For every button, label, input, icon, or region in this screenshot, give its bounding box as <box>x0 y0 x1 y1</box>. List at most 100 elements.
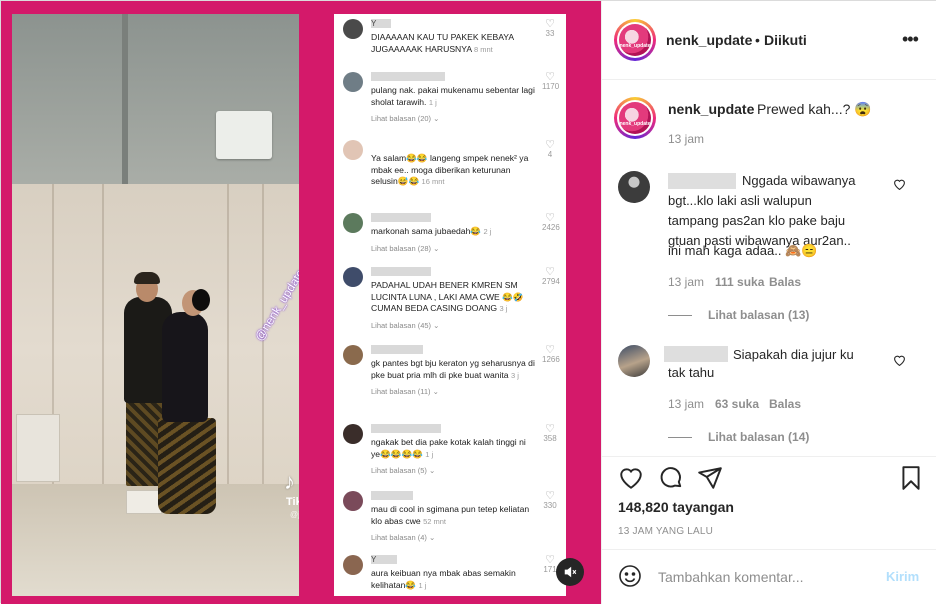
tiktok-like-count: ♡ 1170 <box>542 71 560 92</box>
bride-figure <box>162 312 208 422</box>
like-heart-icon[interactable] <box>893 178 906 193</box>
comment-text-line: Nggada wibawanya <box>742 173 856 188</box>
tiktok-like-count: ♡ 2794 <box>542 266 560 287</box>
caption-avatar[interactable]: nenk_update <box>614 97 656 139</box>
tiktok-comment-text: gk pantes bgt bju keraton yg seharusnya … <box>371 358 535 380</box>
separator-dot: • <box>755 32 760 48</box>
comment-time[interactable]: 13 jam <box>668 275 704 289</box>
tiktok-comment-username <box>371 424 441 433</box>
air-conditioner <box>216 111 272 159</box>
tiktok-comment-username: Y <box>371 555 397 564</box>
tiktok-view-replies: Lihat balasan (20) ⌄ <box>371 114 440 123</box>
comment-text-line: ini mah kaga adaa.. 🙈😑 <box>668 243 818 258</box>
post-media[interactable]: @nenk_update ♪ TikT @jc Y DIAAAAAN KAU TU… <box>1 1 601 604</box>
like-heart-icon[interactable] <box>893 354 906 369</box>
tiktok-like-count: ♡ 330 <box>543 490 557 511</box>
comment-text-line: tak tahu <box>668 365 715 380</box>
tiktok-comment-avatar <box>343 19 363 39</box>
share-send-icon[interactable] <box>697 465 723 491</box>
tiktok-comment-avatar <box>343 491 363 511</box>
caption-username[interactable]: nenk_update <box>668 101 754 117</box>
tiktok-comment-avatar <box>343 555 363 575</box>
tiktok-like-count: ♡ 358 <box>543 423 557 444</box>
tiktok-logo-text: TikT <box>286 496 299 508</box>
post-comment-button[interactable]: Kirim <box>886 569 919 584</box>
comment-likes[interactable]: 111 suka <box>715 275 764 289</box>
tiktok-comment: PADAHAL UDAH BENER KMREN SM LUCINTA LUNA… <box>334 267 566 330</box>
tiktok-comment-avatar <box>343 345 363 365</box>
tiktok-comment-avatar <box>343 140 363 160</box>
tiktok-like-count: ♡ 4 <box>545 139 555 160</box>
post-modal: @nenk_update ♪ TikT @jc Y DIAAAAAN KAU TU… <box>0 0 936 604</box>
tiktok-comment-username <box>371 345 423 354</box>
tiktok-comment-text: mau di cool in sgimana pun tetep keliata… <box>371 504 530 526</box>
like-heart-icon[interactable] <box>618 465 644 491</box>
header-username[interactable]: nenk_update <box>666 32 752 48</box>
comment-avatar[interactable] <box>618 171 650 203</box>
comment-text-line: bgt...klo laki asli walupun <box>668 193 812 208</box>
comment-bubble-icon[interactable] <box>658 465 684 491</box>
tiktok-comment-username <box>371 213 431 222</box>
tiktok-comment-avatar <box>343 424 363 444</box>
tiktok-comment: Y DIAAAAAN KAU TU PAKEK KEBAYA JUGAAAAAK … <box>334 19 566 55</box>
bookmark-icon[interactable] <box>898 465 924 491</box>
tiktok-comment-text: aura keibuan nya mbak abas semakin kelih… <box>371 568 516 590</box>
tiktok-like-count: ♡ 33 <box>545 18 555 39</box>
tiktok-comment-username <box>371 72 445 81</box>
speaker-muted-icon[interactable] <box>556 558 584 586</box>
tiktok-comment: Yaura keibuan nya mbak abas semakin keli… <box>334 555 566 591</box>
tiktok-comments-screenshot: Y DIAAAAAN KAU TU PAKEK KEBAYA JUGAAAAAK … <box>334 14 566 596</box>
view-count[interactable]: 148,820 tayangan <box>618 499 734 515</box>
tiktok-comment-username: Y <box>371 19 391 28</box>
tiktok-view-replies: Lihat balasan (11) ⌄ <box>371 387 439 396</box>
tiktok-comment-text: markonah sama jubaedah😂 2 j <box>371 226 492 236</box>
more-options-icon[interactable]: ••• <box>902 29 919 50</box>
reply-button[interactable]: Balas <box>769 275 801 289</box>
comment-username-redacted[interactable] <box>664 346 728 362</box>
tiktok-comment: markonah sama jubaedah😂 2 j ♡ 2426 Lihat ba… <box>334 213 566 253</box>
avatar[interactable]: nenk_update <box>614 19 656 61</box>
comment-text-line: Siapakah dia jujur ku <box>733 347 854 362</box>
tiktok-comment-text: DIAAAAAN KAU TU PAKEK KEBAYA JUGAAAAAK H… <box>371 32 514 54</box>
tiktok-comment-text: PADAHAL UDAH BENER KMREN SM LUCINTA LUNA… <box>371 280 524 313</box>
comment-avatar[interactable] <box>618 345 650 377</box>
tiktok-view-replies: Lihat balasan (45) ⌄ <box>371 320 440 330</box>
emoji-icon[interactable] <box>618 564 642 588</box>
tiktok-comment: gk pantes bgt bju keraton yg seharusnya … <box>334 345 566 396</box>
tiktok-comment: Ya salam😂😂 langeng smpek nenek² ya mbak … <box>334 140 566 188</box>
caption-text: Prewed kah...? 😨 <box>757 101 872 117</box>
tiktok-comment-avatar <box>343 213 363 233</box>
comment-text-line: tampang pas2an klo pake baju <box>668 213 846 228</box>
follow-status-button[interactable]: Diikuti <box>764 32 807 48</box>
tiktok-comment-username <box>371 140 373 149</box>
tiktok-handle: @jc <box>290 510 299 519</box>
tiktok-like-count: ♡ 2426 <box>542 212 560 233</box>
tiktok-comment: pulang nak. pakai mukenamu sebentar lagi… <box>334 72 566 123</box>
tiktok-comment-avatar <box>343 267 363 287</box>
post-header: nenk_update nenk_update • Diikuti ••• <box>602 1 936 80</box>
tiktok-view-replies: Lihat balasan (4) ⌄ <box>371 533 436 542</box>
post-sidebar: nenk_update nenk_update • Diikuti ••• ne… <box>601 1 936 604</box>
tiktok-comment-text: pulang nak. pakai mukenamu sebentar lagi… <box>371 85 535 107</box>
video-frame-photo: @nenk_update ♪ TikT @jc <box>12 14 299 596</box>
tiktok-comment-avatar <box>343 72 363 92</box>
comment-username-redacted[interactable] <box>668 173 736 189</box>
tiktok-view-replies: Lihat balasan (5) ⌄ <box>371 466 436 475</box>
tiktok-comment-text: ngakak bet dia pake kotak kalah tinggi n… <box>371 437 526 459</box>
tiktok-comment-text: Ya salam😂😂 langeng smpek nenek² ya mbak … <box>371 153 529 186</box>
tiktok-comment-username <box>371 491 413 500</box>
comment-input[interactable] <box>658 567 868 587</box>
comment-likes[interactable]: 63 suka <box>715 397 759 411</box>
view-replies-button[interactable]: Lihat balasan (14) <box>708 430 809 444</box>
tiktok-comment: ngakak bet dia pake kotak kalah tinggi n… <box>334 424 566 475</box>
view-replies-button[interactable]: Lihat balasan (13) <box>708 308 809 322</box>
caption-time[interactable]: 13 jam <box>668 132 704 146</box>
tiktok-comment-username <box>371 267 431 276</box>
tiktok-like-count: ♡ 1266 <box>542 344 560 365</box>
tiktok-view-replies: Lihat balasan (28) ⌄ <box>371 243 440 253</box>
tiktok-comment: mau di cool in sgimana pun tetep keliata… <box>334 491 566 542</box>
reply-button[interactable]: Balas <box>769 397 801 411</box>
tiktok-logo-icon: ♪ <box>284 469 295 494</box>
comment-time[interactable]: 13 jam <box>668 397 704 411</box>
post-timestamp[interactable]: 13 JAM YANG LALU <box>618 526 713 537</box>
